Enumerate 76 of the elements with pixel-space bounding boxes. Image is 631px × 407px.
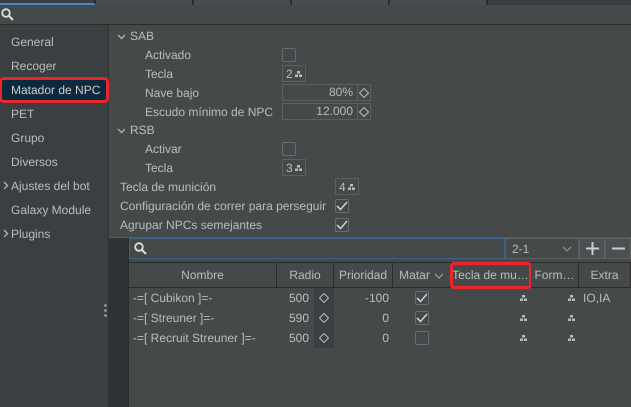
spinner-button[interactable] [314,328,334,348]
spinner-button[interactable] [358,103,371,120]
checkbox[interactable] [415,311,429,325]
sidebar-item[interactable]: Plugins [0,222,108,246]
key-field[interactable]: 2 [282,65,306,82]
number-field[interactable]: 12.000 [282,103,358,120]
table-cell-text: 0 [381,330,390,347]
map-dropdown[interactable]: 2-1 [505,238,579,259]
setting-label: Activar [145,142,183,156]
column-header[interactable]: Prioridad [334,263,393,288]
table-cell-text: 500 [288,291,310,305]
checkbox[interactable] [335,198,349,212]
table-cell-text: -=[ Cubikon ]=- [132,290,214,307]
chevron-icon[interactable] [117,32,126,40]
chevron-icon[interactable] [1,181,10,190]
table-cell: IO,IA [583,291,610,305]
key-field[interactable]: 3 [282,159,306,176]
setting-label: Configuración de correr para perseguir [120,198,328,212]
three-squares-icon [568,295,575,301]
search-icon [1,8,14,21]
key-field[interactable]: 4 [335,178,359,195]
number-field[interactable]: 80% [282,84,358,101]
table-cell-text: 590 [288,311,310,325]
tab[interactable] [0,0,96,5]
splitter-handle[interactable] [104,303,107,317]
setting-label: Escudo mínimo de NPC [145,104,274,118]
search-field[interactable] [0,5,631,25]
three-squares-icon [348,184,355,190]
table-cell-text: -100 [364,290,390,307]
search-field[interactable] [129,238,505,259]
column-header[interactable]: Radio [277,263,334,288]
sidebar-item[interactable]: Matador de NPC [0,78,108,102]
checkbox[interactable] [335,218,349,232]
spinner-button[interactable] [358,84,371,101]
add-button[interactable] [579,238,605,259]
search-icon [134,242,147,255]
section-title: SAB [130,29,154,43]
setting-label: Tecla de munición [120,180,218,194]
three-squares-icon [568,315,575,321]
table-cell-text: 0 [381,310,390,327]
remove-button[interactable] [605,238,631,259]
sidebar-item[interactable]: PET [0,102,108,126]
three-squares-icon [520,295,527,301]
three-squares-icon [568,335,575,341]
table-cell-text: -=[ Recruit Streuner ]=- [132,330,257,347]
sidebar-item[interactable]: Recoger [0,54,108,78]
checkbox[interactable] [415,331,429,345]
spinner-button[interactable] [314,288,334,308]
three-squares-icon [520,335,527,341]
table-cell-text: -=[ Streuner ]=- [132,310,216,327]
checkbox[interactable] [282,48,296,62]
setting-label: Agrupar NPCs semejantes [120,218,264,232]
chevron-icon[interactable] [117,126,126,134]
plus-icon [586,242,598,255]
setting-label: Tecla [145,66,174,80]
chevron-icon[interactable] [1,229,10,238]
sidebar-item[interactable]: Grupo [0,126,108,150]
column-header[interactable]: Form… [531,263,579,288]
column-header[interactable]: Tecla de mu… [451,263,531,288]
three-squares-icon [294,164,302,170]
checkbox[interactable] [415,291,429,305]
setting-label: Nave bajo [145,86,200,100]
three-squares-icon [520,315,527,321]
three-squares-icon [294,70,302,76]
column-header[interactable]: Extra [579,263,631,288]
table-cell-text: 500 [288,331,310,345]
checkbox[interactable] [282,142,296,156]
column-header[interactable]: Nombre [129,263,277,288]
sidebar-item[interactable]: Diversos [0,150,108,174]
sidebar-item[interactable]: Galaxy Module [0,198,108,222]
setting-label: Tecla [145,160,174,174]
column-header[interactable]: Matar [393,263,451,288]
sidebar-item[interactable]: Ajustes del bot [0,174,108,198]
setting-label: Activado [145,48,192,62]
sidebar-item[interactable]: General [0,30,108,54]
section-title: RSB [130,123,155,137]
